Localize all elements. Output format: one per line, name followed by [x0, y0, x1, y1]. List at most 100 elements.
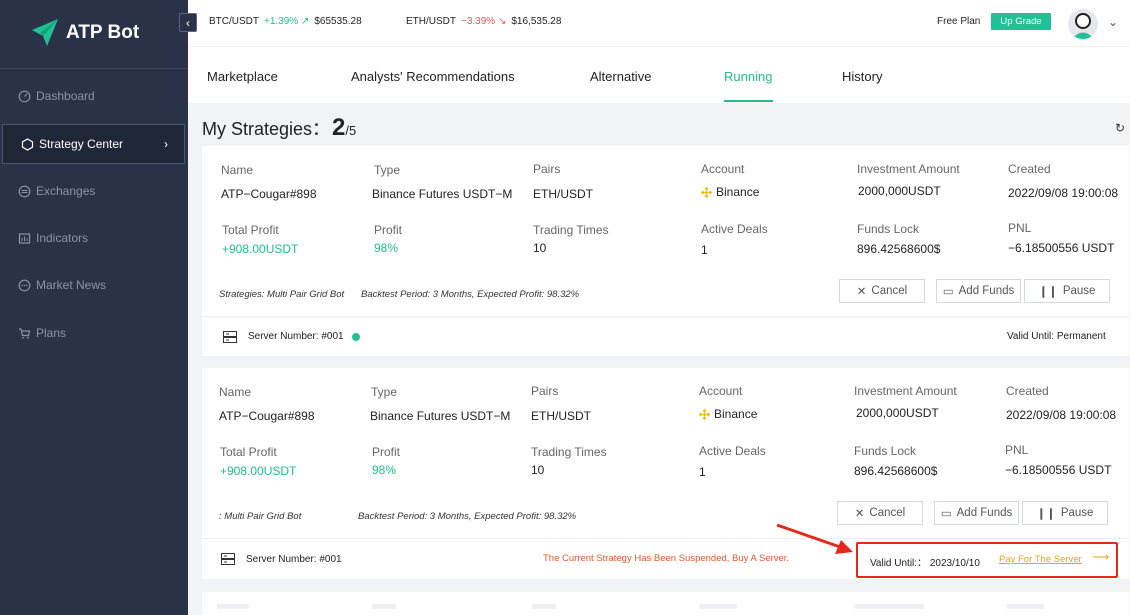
pause-icon: ❙❙: [1036, 508, 1056, 520]
trading-times-value: 10: [531, 463, 545, 477]
server-icon: [223, 331, 237, 343]
created-label: Created: [1008, 162, 1051, 176]
active-deals-label: Active Deals: [699, 444, 766, 458]
trend-up-icon: ↗: [300, 16, 310, 27]
tab-analysts-recommendations[interactable]: Analysts' Recommendations: [351, 69, 515, 84]
strategy-card-partial: [202, 592, 1129, 615]
backtest-meta: Backtest Period: 3 Months, Expected Prof…: [358, 511, 577, 522]
active-tab-indicator: [724, 100, 773, 102]
tab-marketplace[interactable]: Marketplace: [207, 69, 278, 84]
strategy-pair: ETH/USDT: [531, 409, 591, 423]
upgrade-button[interactable]: Up Grade: [991, 13, 1051, 30]
chevron-left-icon: ‹: [186, 15, 190, 30]
name-label: Name: [219, 385, 252, 399]
trading-times-label: Trading Times: [531, 445, 607, 459]
ticker-price: $65535.28: [314, 16, 362, 27]
trend-down-icon: ↘: [497, 16, 507, 27]
account-label: Account: [699, 384, 743, 398]
strategy-pair: ETH/USDT: [533, 187, 593, 201]
tab-running[interactable]: Running: [724, 69, 772, 84]
sidebar-item-indicators[interactable]: Indicators: [0, 218, 188, 258]
investment-value: 2000,000USDT: [858, 184, 941, 198]
ticker-change: +1.39% ↗: [264, 16, 310, 27]
add-funds-button[interactable]: ▭ Add Funds: [936, 279, 1021, 303]
total-profit-label: Total Profit: [222, 223, 279, 237]
sidebar-item-label: Market News: [36, 278, 107, 292]
sidebar-item-label: Dashboard: [36, 89, 95, 103]
collapse-sidebar-button[interactable]: ‹: [179, 13, 197, 32]
profit-label: Profit: [374, 223, 403, 237]
type-label: Type: [371, 385, 398, 399]
account-value: Binance: [701, 185, 759, 199]
sidebar-divider: [0, 68, 188, 69]
ticker-price: $16,535.28: [511, 16, 562, 27]
refresh-icon[interactable]: ↻: [1115, 121, 1125, 135]
strategy-type: Binance Futures USDT−M: [370, 409, 511, 423]
avatar[interactable]: [1068, 9, 1098, 39]
sidebar-item-strategy-center[interactable]: Strategy Center ›: [2, 124, 185, 164]
sidebar-item-market-news[interactable]: Market News: [0, 265, 188, 305]
strategy-meta: : Multi Pair Grid Bot: [219, 511, 302, 522]
ticker-eth: ETH/USDT −3.39% ↘ $16,535.28: [406, 16, 561, 27]
sidebar-item-label: Plans: [36, 326, 67, 340]
profit-value: 98%: [374, 241, 399, 255]
suspended-notice: The Current Strategy Has Been Suspended,…: [543, 553, 790, 564]
sidebar-item-exchanges[interactable]: Exchanges: [0, 171, 188, 211]
investment-value: 2000,000USDT: [856, 406, 939, 420]
pnl-label: PNL: [1008, 221, 1032, 235]
tab-history[interactable]: History: [842, 69, 882, 84]
sidebar-item-label: Strategy Center: [39, 137, 124, 151]
server-number: Server Number: #001: [246, 554, 342, 565]
pause-button[interactable]: ❙❙ Pause: [1022, 501, 1108, 525]
sidebar-item-label: Indicators: [36, 231, 89, 245]
pairs-label: Pairs: [533, 162, 561, 176]
chevron-down-icon[interactable]: ⌄: [1108, 15, 1118, 29]
pause-button[interactable]: ❙❙ Pause: [1024, 279, 1110, 303]
trading-times-label: Trading Times: [533, 223, 609, 237]
top-bar: ‹ BTC/USDT +1.39% ↗ $65535.28 ETH/USDT −…: [179, 0, 1130, 46]
type-label: Type: [374, 163, 401, 177]
sidebar-item-plans[interactable]: Plans: [0, 313, 188, 353]
app-name: ATP Bot: [66, 22, 140, 43]
created-value: 2022/09/08 19:00:08: [1008, 186, 1119, 200]
name-label: Name: [221, 163, 254, 177]
indicator-icon: [18, 232, 31, 245]
cancel-button[interactable]: ✕ Cancel: [839, 279, 925, 303]
close-icon: ✕: [856, 286, 867, 298]
total-profit-label: Total Profit: [220, 445, 277, 459]
cart-icon: [18, 327, 31, 340]
tab-alternative[interactable]: Alternative: [590, 69, 651, 84]
add-funds-button[interactable]: ▭ Add Funds: [934, 501, 1019, 525]
pause-icon: ❙❙: [1038, 286, 1058, 298]
ticker-btc: BTC/USDT +1.39% ↗ $65535.28: [209, 16, 362, 27]
funds-lock-value: 896.42568600$: [857, 242, 941, 256]
profit-label: Profit: [372, 445, 401, 459]
card-divider: [202, 538, 1129, 539]
strategy-meta: Strategies: Multi Pair Grid Bot: [219, 289, 345, 300]
page-title: My Strategies： 2 /5: [202, 114, 357, 141]
cube-icon: [21, 137, 34, 151]
ticker-pair: ETH/USDT: [406, 16, 456, 27]
strategy-name: ATP−Cougar#898: [219, 409, 315, 423]
wallet-icon: ▭: [940, 508, 952, 520]
server-number: Server Number: #001: [248, 331, 344, 342]
pnl-value: −6.18500556 USDT: [1008, 241, 1115, 255]
strategy-card: Name ATP−Cougar#898 Type Binance Futures…: [202, 146, 1129, 356]
total-profit-value: +908.00USDT: [222, 242, 299, 256]
investment-label: Investment Amount: [857, 162, 960, 176]
total-profit-value: +908.00USDT: [220, 464, 297, 478]
sidebar-item-label: Exchanges: [36, 184, 96, 198]
ticker-change: −3.39% ↘: [461, 16, 507, 27]
cancel-button[interactable]: ✕ Cancel: [837, 501, 923, 525]
sidebar-item-dashboard[interactable]: Dashboard: [0, 76, 188, 116]
app-logo[interactable]: ATP Bot: [30, 16, 139, 50]
strategy-limit: /5: [345, 123, 357, 138]
strategy-type: Binance Futures USDT−M: [372, 187, 513, 201]
created-label: Created: [1006, 384, 1049, 398]
funds-lock-value: 896.42568600$: [854, 464, 938, 478]
profit-value: 98%: [372, 463, 397, 477]
active-deals-label: Active Deals: [701, 222, 768, 236]
valid-until: Valid Until: Permanent: [1007, 331, 1106, 342]
pnl-label: PNL: [1005, 443, 1029, 457]
chat-icon: [18, 279, 31, 292]
